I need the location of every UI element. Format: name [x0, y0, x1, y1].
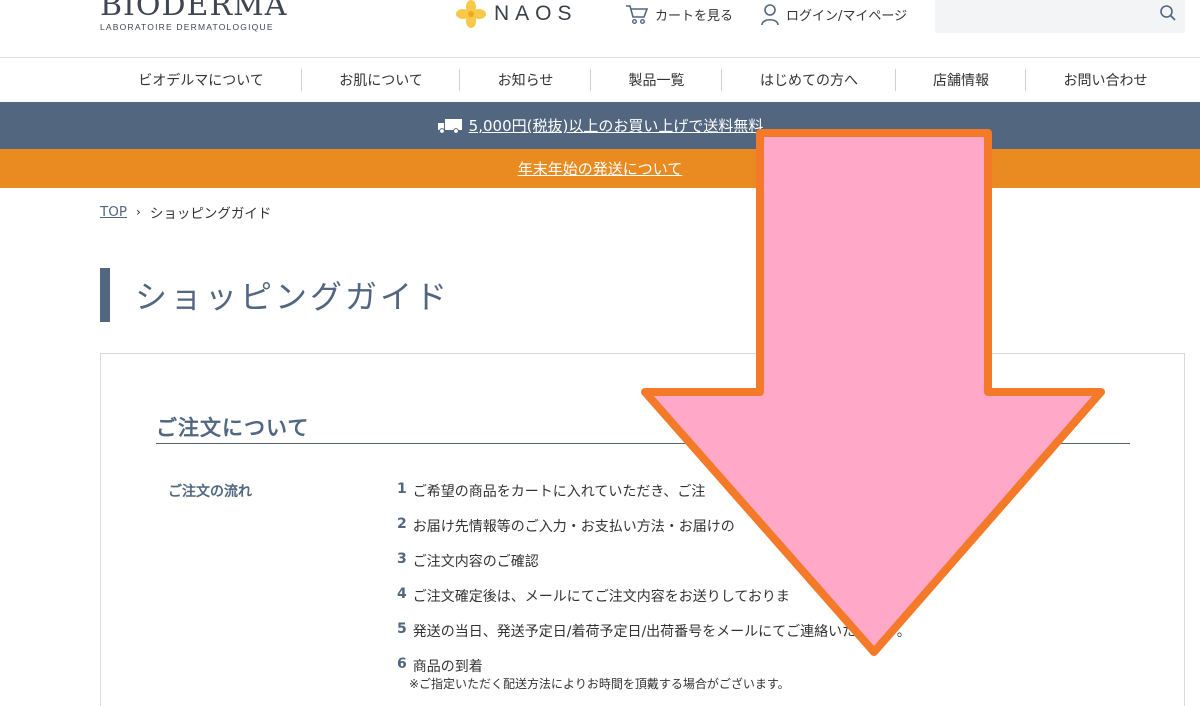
nav-item-news[interactable]: お知らせ: [460, 59, 591, 101]
search-input[interactable]: [935, 0, 1145, 33]
bioderma-logo[interactable]: BIODERMA LABORATOIRE DERMATOLOGIQUE: [100, 0, 290, 32]
step-number: 1: [397, 481, 407, 497]
logo-tagline: LABORATOIRE DERMATOLOGIQUE: [100, 22, 274, 32]
list-item: 1 ご希望の商品をカートに入れていただき、ご注: [397, 479, 1097, 514]
step-text: 商品の到着: [412, 659, 483, 675]
step-text: お届け先情報等のご入力・お支払い方法・お届けの: [412, 519, 735, 535]
step-text: ご注文確定後は、メールにてご注文内容をお送りしておりま: [412, 589, 790, 605]
section-title: ご注文について: [156, 412, 1130, 444]
free-shipping-text: 5,000円(税抜)以上のお買い上げで送料無料: [468, 117, 764, 135]
nav-item-products[interactable]: 製品一覧: [591, 59, 722, 101]
breadcrumb-separator: ›: [136, 205, 141, 219]
search-icon[interactable]: [1159, 4, 1177, 22]
cart-label: カートを見る: [655, 8, 734, 24]
breadcrumb: TOP › ショッピングガイド: [100, 202, 271, 222]
truck-icon: [437, 118, 462, 134]
breadcrumb-current: ショッピングガイド: [149, 206, 272, 222]
order-steps-list: 1 ご希望の商品をカートに入れていただき、ご注 2 お届け先情報等のご入力・お支…: [397, 479, 1097, 692]
holiday-shipping-link[interactable]: 年末年始の発送について: [518, 158, 683, 179]
delivery-note: ※ご指定いただく配送方法によりお時間を頂戴する場合がございます。: [409, 677, 790, 691]
step-text: ご注文内容のご確認: [412, 554, 539, 570]
main-nav: ビオデルマについて お肌について お知らせ 製品一覧 はじめての方へ 店舗情報 …: [100, 59, 1185, 101]
list-item: 2 お届け先情報等のご入力・お支払い方法・お届けの: [397, 514, 1097, 549]
nav-item-about-bioderma[interactable]: ビオデルマについて: [100, 59, 302, 101]
page-title-block: ショッピングガイド: [100, 268, 450, 322]
list-item: 5 発送の当日、発送予定日/着荷予定日/出荷番号をメールにてご連絡いたします。: [397, 619, 1097, 654]
step-number: 2: [397, 516, 407, 532]
step-text: 発送の当日、発送予定日/着荷予定日/出荷番号をメールにてご連絡いたします。: [412, 624, 911, 640]
nav-item-contact[interactable]: お問い合わせ: [1026, 59, 1185, 101]
step-number: 5: [397, 621, 407, 637]
search-box: [935, 0, 1185, 33]
holiday-shipping-banner[interactable]: 年末年始の発送について: [0, 149, 1200, 188]
step-number: 4: [397, 586, 407, 602]
page-title: ショッピングガイド: [135, 278, 451, 316]
naos-flower-icon: [456, 0, 486, 28]
login-label: ログイン/マイページ: [786, 8, 908, 24]
nav-item-stores[interactable]: 店舗情報: [896, 59, 1026, 101]
naos-wordmark: NAOS: [494, 2, 578, 25]
order-flow-label: ご注文の流れ: [168, 484, 252, 500]
naos-logo[interactable]: NAOS: [456, 0, 578, 28]
logo-wordmark: BIODERMA: [100, 0, 288, 23]
site-header: BIODERMA LABORATOIRE DERMATOLOGIQUE NAOS…: [0, 0, 1200, 58]
login-link[interactable]: ログイン/マイページ: [760, 2, 907, 26]
list-item: 3 ご注文内容のご確認: [397, 549, 1097, 584]
cart-link[interactable]: カートを見る: [625, 2, 733, 26]
nav-item-skin[interactable]: お肌について: [302, 59, 460, 101]
title-accent-bar: [100, 268, 110, 322]
breadcrumb-top-link[interactable]: TOP: [100, 204, 127, 220]
list-item: 4 ご注文確定後は、メールにてご注文内容をお送りしておりま: [397, 584, 1097, 619]
user-icon: [761, 4, 779, 26]
free-shipping-banner[interactable]: 5,000円(税抜)以上のお買い上げで送料無料: [0, 102, 1200, 149]
nav-item-first-time[interactable]: はじめての方へ: [722, 59, 896, 101]
step-text: ご希望の商品をカートに入れていただき、ご注: [412, 484, 706, 500]
step-number: 3: [397, 551, 407, 567]
cart-icon: [626, 5, 649, 25]
step-number: 6: [397, 656, 407, 672]
guide-content-box: ご注文について ご注文の流れ 1 ご希望の商品をカートに入れていただき、ご注 2…: [100, 353, 1185, 706]
